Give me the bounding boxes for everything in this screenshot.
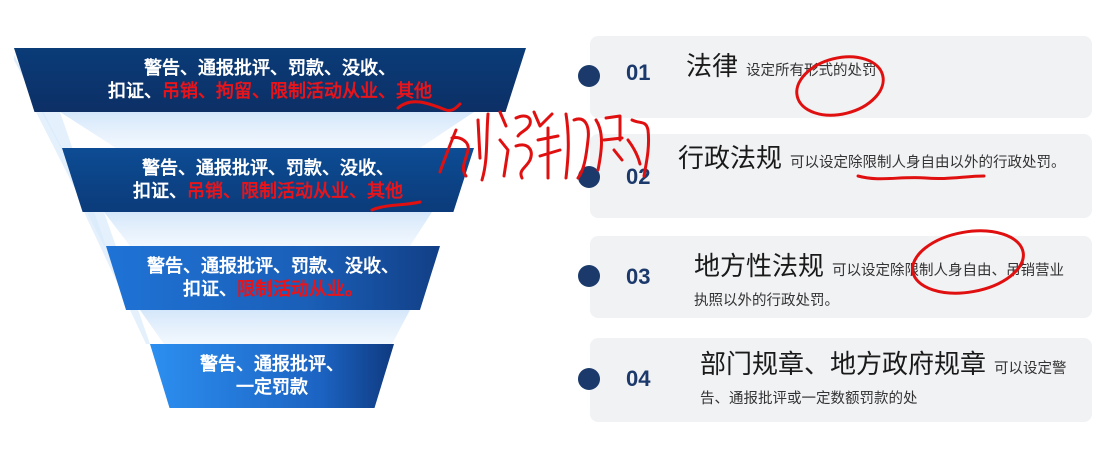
level-text: 法律 设定所有形式的处罚	[686, 52, 1076, 86]
level-text: 部门规章、地方政府规章 可以设定警告、通报批评或一定数额罚款的处	[700, 350, 1070, 414]
level-number: 04	[626, 366, 651, 391]
bullet-dot	[578, 265, 600, 287]
funnel-tier-1: 警告、通报批评、罚款、没收、 扣证、吊销、拘留、限制活动从业、其他	[14, 48, 526, 112]
level-card-4: 04 部门规章、地方政府规章 可以设定警告、通报批评或一定数额罚款的处	[578, 338, 1092, 422]
tier-1-line-1: 警告、通报批评、罚款、没收、	[144, 58, 396, 78]
level-number: 03	[626, 264, 651, 289]
bullet-dot	[578, 368, 600, 390]
level-desc: 可以设定除限制人身自由以外的行政处罚。	[790, 155, 1066, 171]
bullet-dot	[578, 65, 600, 87]
level-text: 地方性法规 可以设定除限制人身自由、吊销营业执照以外的行政处罚。	[694, 252, 1064, 316]
bullet-dot	[578, 166, 600, 188]
funnel-tier-3: 警告、通报批评、罚款、没收、 扣证、限制活动从业。	[106, 246, 440, 310]
tier-4-line-2: 一定罚款	[236, 377, 308, 397]
level-number: 02	[626, 164, 651, 189]
tier-3-line-2: 扣证、	[183, 279, 237, 299]
tier-2-line-2: 扣证、	[133, 181, 187, 201]
tier-4-line-1: 警告、通报批评、	[200, 354, 344, 374]
level-title: 行政法规	[678, 144, 783, 174]
tier-1-line-2: 扣证、	[108, 81, 162, 101]
tier-1-red-items: 吊销、拘留、限制活动从业、其他	[162, 81, 432, 101]
level-desc: 设定所有形式的处罚	[746, 63, 877, 79]
tier-3-red-items: 限制活动从业。	[237, 279, 363, 299]
tier-2-line-1: 警告、通报批评、罚款、没收、	[142, 158, 394, 178]
tier-3-line-1: 警告、通报批评、罚款、没收、	[147, 256, 399, 276]
slide: 警告、通报批评、罚款、没收、 扣证、吊销、拘留、限制活动从业、其他 警告、通报批…	[0, 0, 1114, 474]
funnel-tier-2: 警告、通报批评、罚款、没收、 扣证、吊销、限制活动从业、其他	[62, 148, 474, 212]
funnel-tier-4: 警告、通报批评、 一定罚款	[150, 344, 394, 408]
level-title: 部门规章、地方政府规章	[700, 350, 987, 380]
tier-2-red-items: 吊销、限制活动从业、其他	[187, 181, 403, 201]
level-card-2: 02 行政法规 可以设定除限制人身自由以外的行政处罚。	[578, 134, 1092, 218]
level-card-1: 01 法律 设定所有形式的处罚	[578, 36, 1092, 118]
level-title: 地方性法规	[694, 252, 825, 282]
level-card-3: 03 地方性法规 可以设定除限制人身自由、吊销营业执照以外的行政处罚。	[578, 236, 1092, 318]
level-number: 01	[626, 60, 651, 85]
level-text: 行政法规 可以设定除限制人身自由以外的行政处罚。	[678, 144, 1068, 178]
level-title: 法律	[686, 52, 739, 82]
